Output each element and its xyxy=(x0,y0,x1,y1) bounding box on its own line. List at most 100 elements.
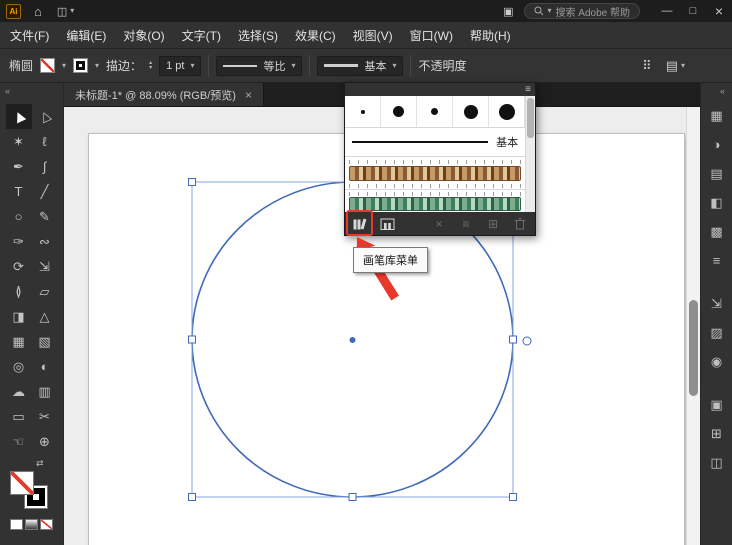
touch-workspace-icon[interactable]: ⠿ xyxy=(642,58,652,74)
menu-window[interactable]: 窗口(W) xyxy=(410,27,453,44)
app-logo-icon[interactable]: Ai xyxy=(6,4,21,19)
maximize-button[interactable]: □ xyxy=(680,0,706,22)
open-documents-icon[interactable]: ▣ xyxy=(503,5,513,18)
color-mode-button[interactable] xyxy=(10,519,23,530)
layers-panel-icon[interactable]: ▣ xyxy=(704,390,730,419)
mesh-tool[interactable]: ▦ xyxy=(6,329,32,354)
toolbar-collapse-icon[interactable]: « xyxy=(0,83,63,99)
rotate-tool[interactable]: ⟳ xyxy=(6,254,32,279)
basic-brush-item[interactable]: 基本 xyxy=(345,128,525,157)
eyedropper-tool[interactable]: ◎ xyxy=(6,354,32,379)
document-tab[interactable]: 未标题-1* @ 88.09% (RGB/预览) × xyxy=(64,83,264,106)
libraries-panel-button[interactable] xyxy=(378,216,396,232)
stroke-weight-stepper[interactable]: ▴ ▾ xyxy=(149,61,152,71)
menu-edit[interactable]: 编辑(E) xyxy=(66,27,106,44)
home-icon[interactable]: ⌂ xyxy=(34,4,42,19)
lasso-tool[interactable]: ℓ xyxy=(32,129,58,154)
stepper-down-icon[interactable]: ▾ xyxy=(149,66,152,71)
panel-scrollbar[interactable] xyxy=(525,96,535,212)
dot-brush-1[interactable] xyxy=(345,96,381,127)
pattern-panel-icon[interactable]: ▩ xyxy=(704,217,730,246)
color-guide-panel-icon[interactable]: ◑ xyxy=(704,130,730,159)
fill-color-well[interactable] xyxy=(10,471,34,495)
scrollbar-thumb[interactable] xyxy=(689,300,698,396)
stroke-weight-select[interactable]: 1 pt ▾ xyxy=(159,56,201,76)
ellipse-tool[interactable]: ○ xyxy=(6,204,32,229)
direct-selection-tool[interactable]: ▷ xyxy=(32,104,58,129)
menu-effect[interactable]: 效果(C) xyxy=(295,27,336,44)
zoom-tool[interactable]: ⊕ xyxy=(32,429,58,454)
color-panel-icon[interactable]: ▦ xyxy=(704,101,730,130)
fill-swatch[interactable] xyxy=(40,58,55,73)
brush-libraries-menu-button[interactable] xyxy=(351,216,369,232)
menu-type[interactable]: 文字(T) xyxy=(182,27,221,44)
menu-view[interactable]: 视图(V) xyxy=(353,27,393,44)
menu-object[interactable]: 对象(O) xyxy=(123,27,164,44)
paintbrush-tool[interactable]: ✑ xyxy=(6,229,32,254)
panel-flyout-menu-icon[interactable]: ≡ xyxy=(525,85,531,95)
appearance-panel-icon[interactable]: ◉ xyxy=(704,347,730,376)
swatches-panel-icon[interactable]: ▤ xyxy=(704,159,730,188)
type-tool[interactable]: T xyxy=(6,179,32,204)
vertical-scrollbar[interactable] xyxy=(686,107,700,545)
scale-tool[interactable]: ⇲ xyxy=(32,254,58,279)
gradient-mode-button[interactable] xyxy=(25,519,38,530)
magic-wand-tool[interactable]: ✶ xyxy=(6,129,32,154)
gradient-panel-icon[interactable]: ◧ xyxy=(704,188,730,217)
menu-file[interactable]: 文件(F) xyxy=(10,27,49,44)
pattern-brush-item-2[interactable] xyxy=(345,190,525,212)
menu-select[interactable]: 选择(S) xyxy=(238,27,278,44)
asset-export-panel-icon[interactable]: ◫ xyxy=(704,448,730,477)
gradient-tool[interactable]: ▧ xyxy=(32,329,58,354)
perspective-grid-tool[interactable]: △ xyxy=(32,304,58,329)
expand-panels-icon[interactable]: « xyxy=(720,83,732,99)
tab-close-icon[interactable]: × xyxy=(245,88,252,102)
close-button[interactable]: × xyxy=(706,0,732,22)
pen-tool[interactable]: ✒ xyxy=(6,154,32,179)
search-box[interactable]: ▾ 搜索 Adobe 帮助 xyxy=(524,3,641,19)
chevron-down-icon[interactable]: ▾ xyxy=(62,62,66,70)
slice-tool[interactable]: ✂ xyxy=(32,404,58,429)
column-graph-tool[interactable]: ▥ xyxy=(32,379,58,404)
stroke-swatch[interactable] xyxy=(73,58,88,73)
opacity-label[interactable]: 不透明度 xyxy=(418,57,466,74)
artboard-tool[interactable]: ▭ xyxy=(6,404,32,429)
brush-definition-select[interactable]: 基本 ▾ xyxy=(317,56,403,76)
dot-brush-preview xyxy=(464,105,478,119)
dot-brush-5[interactable] xyxy=(489,96,525,127)
chevron-down-icon[interactable]: ▾ xyxy=(95,62,99,70)
selection-tool[interactable]: ▶ xyxy=(6,104,32,129)
dot-brush-3[interactable] xyxy=(417,96,453,127)
free-transform-tool[interactable]: ▱ xyxy=(32,279,58,304)
minimize-button[interactable]: — xyxy=(654,0,680,22)
chevron-down-icon: ▾ xyxy=(291,62,295,70)
workspace-layout-button[interactable]: ◫ ▾ xyxy=(57,5,74,18)
artboards-panel-icon[interactable]: ⊞ xyxy=(704,419,730,448)
dot-brush-preview xyxy=(431,108,438,115)
divider xyxy=(410,55,411,77)
pattern-brush-item[interactable] xyxy=(345,157,525,190)
symbol-sprayer-tool[interactable]: ☁ xyxy=(6,379,32,404)
line-segment-tool[interactable]: ╱ xyxy=(32,179,58,204)
dot-brush-2[interactable] xyxy=(381,96,417,127)
panel-switcher-button[interactable]: ▤ ▾ xyxy=(666,58,685,74)
shaper-tool[interactable]: ∾ xyxy=(32,229,58,254)
chevron-down-icon: ▾ xyxy=(681,62,685,70)
hand-tool[interactable]: ☜ xyxy=(6,429,32,454)
chevron-down-icon: ▾ xyxy=(70,7,74,15)
export-panel-icon[interactable]: ⇲ xyxy=(704,289,730,318)
swap-fill-stroke-icon[interactable]: ⇄ xyxy=(36,458,63,469)
width-tool[interactable]: ≬ xyxy=(6,279,32,304)
none-mode-button[interactable] xyxy=(40,519,53,530)
shape-builder-tool[interactable]: ◨ xyxy=(6,304,32,329)
transparency-panel-icon[interactable]: ▨ xyxy=(704,318,730,347)
curvature-tool[interactable]: ∫ xyxy=(32,154,58,179)
pencil-tool[interactable]: ✎ xyxy=(32,204,58,229)
stroke-panel-icon[interactable]: ≡ xyxy=(704,246,730,275)
dot-brush-4[interactable] xyxy=(453,96,489,127)
panel-scrollbar-thumb[interactable] xyxy=(527,98,534,138)
width-profile-select[interactable]: 等比 ▾ xyxy=(216,56,302,76)
remove-brush-button: × xyxy=(430,216,448,232)
menu-help[interactable]: 帮助(H) xyxy=(470,27,511,44)
blend-tool[interactable]: ◐ xyxy=(32,354,58,379)
